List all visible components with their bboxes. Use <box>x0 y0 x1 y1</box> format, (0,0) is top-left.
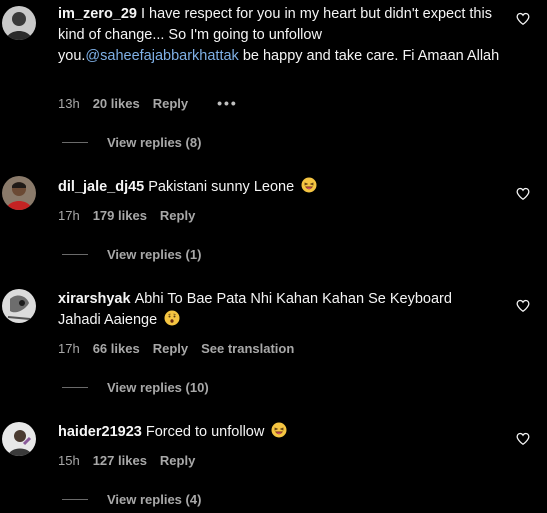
view-replies-label: View replies (8) <box>107 135 202 150</box>
heart-icon[interactable] <box>516 299 530 313</box>
comment-meta: 17h 66 likes Reply See translation <box>58 341 294 356</box>
heart-icon[interactable] <box>516 432 530 446</box>
view-replies-label: View replies (4) <box>107 492 202 507</box>
likes-count[interactable]: 127 likes <box>93 453 147 468</box>
view-replies-button[interactable]: View replies (8) <box>62 135 201 150</box>
likes-count[interactable]: 20 likes <box>93 96 140 111</box>
comment-meta: 15h 127 likes Reply <box>58 453 195 468</box>
mention-link[interactable]: @saheefajabbarkhattak <box>85 48 238 64</box>
hushed-face-icon <box>164 310 180 326</box>
username[interactable]: im_zero_29 <box>58 6 137 22</box>
heart-icon[interactable] <box>516 12 530 26</box>
comment-text: xirarshyak Abhi To Bae Pata Nhi Kahan Kah… <box>58 289 478 331</box>
replies-divider <box>62 499 88 500</box>
timestamp: 17h <box>58 208 80 223</box>
reply-button[interactable]: Reply <box>153 341 188 356</box>
reply-button[interactable]: Reply <box>160 453 195 468</box>
comment-meta: 13h 20 likes Reply ••• <box>58 95 238 111</box>
view-replies-button[interactable]: View replies (10) <box>62 380 209 395</box>
avatar[interactable] <box>2 176 36 210</box>
comment-text: haider21923 Forced to unfollow <box>58 422 503 443</box>
username[interactable]: haider21923 <box>58 424 142 440</box>
replies-divider <box>62 142 88 143</box>
comment-text: dil_jale_dj45 Pakistani sunny Leone <box>58 177 503 198</box>
avatar[interactable] <box>2 6 36 40</box>
timestamp: 13h <box>58 95 80 111</box>
comment-meta: 17h 179 likes Reply <box>58 208 195 223</box>
more-options-icon[interactable]: ••• <box>217 95 238 111</box>
comment-body-continued: be happy and take care. Fi Amaan Allah <box>238 48 500 64</box>
comment-body: Pakistani sunny Leone <box>148 179 295 195</box>
see-translation-button[interactable]: See translation <box>201 341 294 356</box>
laughing-face-icon <box>301 177 317 193</box>
username[interactable]: dil_jale_dj45 <box>58 179 144 195</box>
replies-divider <box>62 254 88 255</box>
comment-body: Forced to unfollow <box>145 424 265 440</box>
likes-count[interactable]: 66 likes <box>93 341 140 356</box>
heart-icon[interactable] <box>516 187 530 201</box>
reply-button[interactable]: Reply <box>160 208 195 223</box>
replies-divider <box>62 387 88 388</box>
comment-text: im_zero_29 I have respect for you in my h… <box>58 4 503 67</box>
username[interactable]: xirarshyak <box>58 291 131 307</box>
reply-button[interactable]: Reply <box>153 96 188 111</box>
view-replies-label: View replies (10) <box>107 380 209 395</box>
laughing-face-icon <box>271 422 287 438</box>
view-replies-button[interactable]: View replies (4) <box>62 492 201 507</box>
avatar[interactable] <box>2 289 36 323</box>
likes-count[interactable]: 179 likes <box>93 208 147 223</box>
view-replies-label: View replies (1) <box>107 247 202 262</box>
avatar[interactable] <box>2 422 36 456</box>
timestamp: 17h <box>58 341 80 356</box>
view-replies-button[interactable]: View replies (1) <box>62 247 201 262</box>
timestamp: 15h <box>58 453 80 468</box>
